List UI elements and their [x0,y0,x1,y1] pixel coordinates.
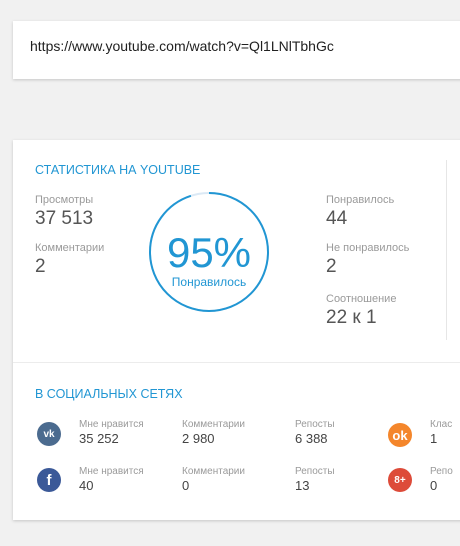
fb-likes-label: Мне нравится [79,466,144,477]
vk-icon: vk [37,422,61,446]
google-plus-icon: 8+ [388,468,412,492]
fb-comments-value: 0 [182,478,190,493]
vk-likes-value: 35 252 [79,431,119,446]
ok-label: Клас [430,419,453,430]
youtube-stats-title: СТАТИСТИКА НА YOUTUBE [35,163,201,177]
fb-reposts-label: Репосты [295,466,335,477]
dislikes-value: 2 [326,256,337,277]
vk-reposts-label: Репосты [295,419,335,430]
vk-likes-label: Мне нравится [79,419,144,430]
stats-card: СТАТИСТИКА НА YOUTUBE Просмотры 37 513 К… [13,140,460,520]
likes-value: 44 [326,208,348,229]
ok-value: 1 [430,431,438,446]
fb-comments-label: Комментарии [182,466,245,477]
views-value: 37 513 [35,208,94,229]
fb-reposts-value: 13 [295,478,310,493]
section-divider-vertical [446,160,447,340]
comments-label: Комментарии [35,242,105,254]
odnoklassniki-icon: ok [388,423,412,447]
url-input-card[interactable]: https://www.youtube.com/watch?v=Ql1LNlTb… [13,21,460,79]
social-stats-title: В СОЦИАЛЬНЫХ СЕТЯХ [35,387,183,401]
vk-comments-label: Комментарии [182,419,245,430]
like-ratio-gauge: 95% Понравилось [147,190,271,314]
vk-reposts-value: 6 388 [295,431,328,446]
gplus-label: Репо [430,466,453,477]
gplus-value: 0 [430,478,438,493]
gauge-caption: Понравилось [171,275,247,289]
ratio-value: 22 к 1 [326,307,377,328]
url-input[interactable]: https://www.youtube.com/watch?v=Ql1LNlTb… [30,38,334,54]
dislikes-label: Не понравилось [326,242,410,254]
likes-label: Понравилось [326,194,395,206]
gauge-percent: 95% [166,229,252,276]
views-label: Просмотры [35,194,94,206]
comments-value: 2 [35,256,46,277]
vk-comments-value: 2 980 [182,431,215,446]
section-divider [13,362,460,363]
ratio-label: Соотношение [326,293,397,305]
facebook-icon: f [37,468,61,492]
fb-likes-value: 40 [79,478,94,493]
